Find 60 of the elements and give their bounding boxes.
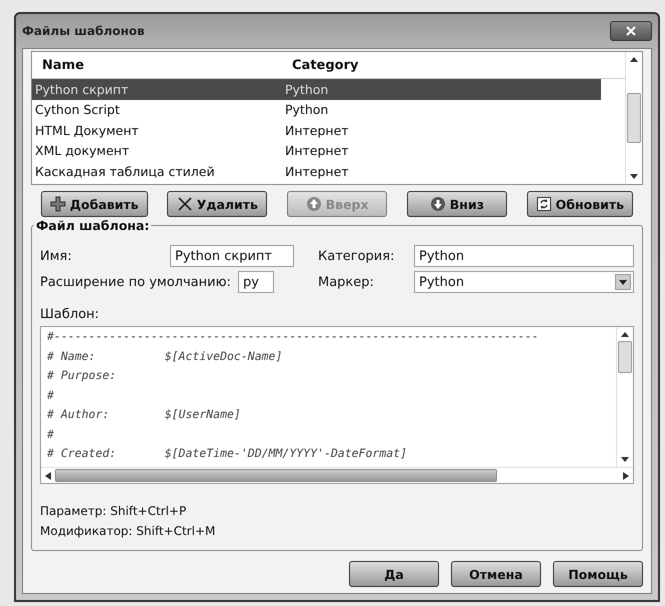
scrollbar-thumb[interactable] [627, 93, 641, 143]
category-field[interactable]: Python [414, 245, 634, 267]
template-editor[interactable]: #---------------------------------------------------------------------- # Name: $[ActiveDoc-Name] # Purpose: # # Author: $[UserName] # # Created: $[DateTime-'DD/MM/YYYY'-DateFormat] [40, 326, 634, 484]
dropdown-arrow-icon [619, 280, 627, 284]
name-label: Имя: [40, 248, 73, 264]
table-cell-text: HTML Документ [34, 122, 140, 138]
dialog-button[interactable]: Да [349, 561, 439, 587]
marker-dropdown[interactable]: Python [414, 271, 634, 293]
marker-label: Маркер: [317, 274, 375, 290]
table-cell-text: Cython Script [34, 102, 121, 118]
cross-icon [176, 196, 193, 212]
code-line: # [47, 388, 55, 404]
code-line: # Name: $[ActiveDoc-Name] [47, 348, 284, 364]
list-button[interactable]: Удалить [167, 191, 268, 217]
column-header[interactable]: Name [32, 58, 282, 72]
table-cell-text: Python [284, 102, 328, 118]
table-cell-text: Интернет [284, 143, 349, 158]
template-row[interactable]: Cython Script Python [32, 100, 601, 120]
template-row[interactable]: Каскадная таблица стилей Интернет [32, 161, 601, 182]
refresh-icon [536, 196, 552, 212]
list-button[interactable]: Добавить [40, 191, 148, 217]
list-button[interactable]: Обновить [526, 191, 634, 217]
close-button[interactable] [610, 21, 652, 41]
shortcut-hint: Параметр: Shift+Ctrl+P [40, 504, 188, 518]
scroll-up-icon[interactable] [621, 331, 629, 337]
group-legend: Файл шаблона: [34, 218, 152, 233]
code-line: # Author: $[UserName] [47, 407, 242, 423]
window-title: Файлы шаблонов [22, 24, 145, 38]
scroll-left-icon[interactable] [45, 472, 51, 480]
template-row[interactable]: Python скрипт Python [32, 79, 601, 100]
column-header[interactable]: Category [282, 58, 358, 72]
scroll-up-icon[interactable] [630, 56, 638, 62]
list-button[interactable]: Вниз [406, 191, 507, 217]
code-line: # Created: $[DateTime-'DD/MM/YYYY'-DateFormat] [47, 446, 408, 462]
extension-field[interactable]: py [238, 271, 274, 293]
template-row[interactable]: XML документ Интернет [32, 140, 601, 161]
scroll-down-icon[interactable] [621, 457, 629, 463]
table-cell-text: Интернет [284, 164, 349, 179]
scrollbar-thumb[interactable] [55, 469, 497, 482]
template-row[interactable]: HTML Документ Интернет [32, 120, 601, 140]
name-field[interactable]: Python скрипт [170, 245, 294, 267]
scrollbar-thumb[interactable] [618, 341, 632, 373]
dialog-button[interactable]: Отмена [451, 561, 541, 587]
table-cell-text: XML документ [34, 143, 130, 158]
dialog-button[interactable]: Помощь [553, 561, 643, 587]
table-cell-text: Каскадная таблица стилей [34, 164, 216, 179]
scroll-down-icon[interactable] [630, 174, 638, 180]
code-line: # Purpose: [47, 368, 118, 384]
template-label: Шаблон: [40, 307, 100, 322]
code-line: #---------------------------------------------------------------------- [47, 329, 540, 345]
shortcut-hint: Модификатор: Shift+Ctrl+M [40, 524, 216, 538]
table-cell-text: Python [284, 82, 328, 97]
code-line: # [47, 426, 55, 442]
plus-icon [50, 196, 66, 212]
category-label: Категория: [317, 248, 396, 264]
table-cell-text: Интернет [284, 122, 349, 138]
extension-label: Расширение по умолчанию: [40, 274, 231, 290]
scroll-right-icon[interactable] [623, 472, 629, 480]
table-cell-text: Python скрипт [34, 82, 130, 97]
close-icon [626, 26, 636, 36]
